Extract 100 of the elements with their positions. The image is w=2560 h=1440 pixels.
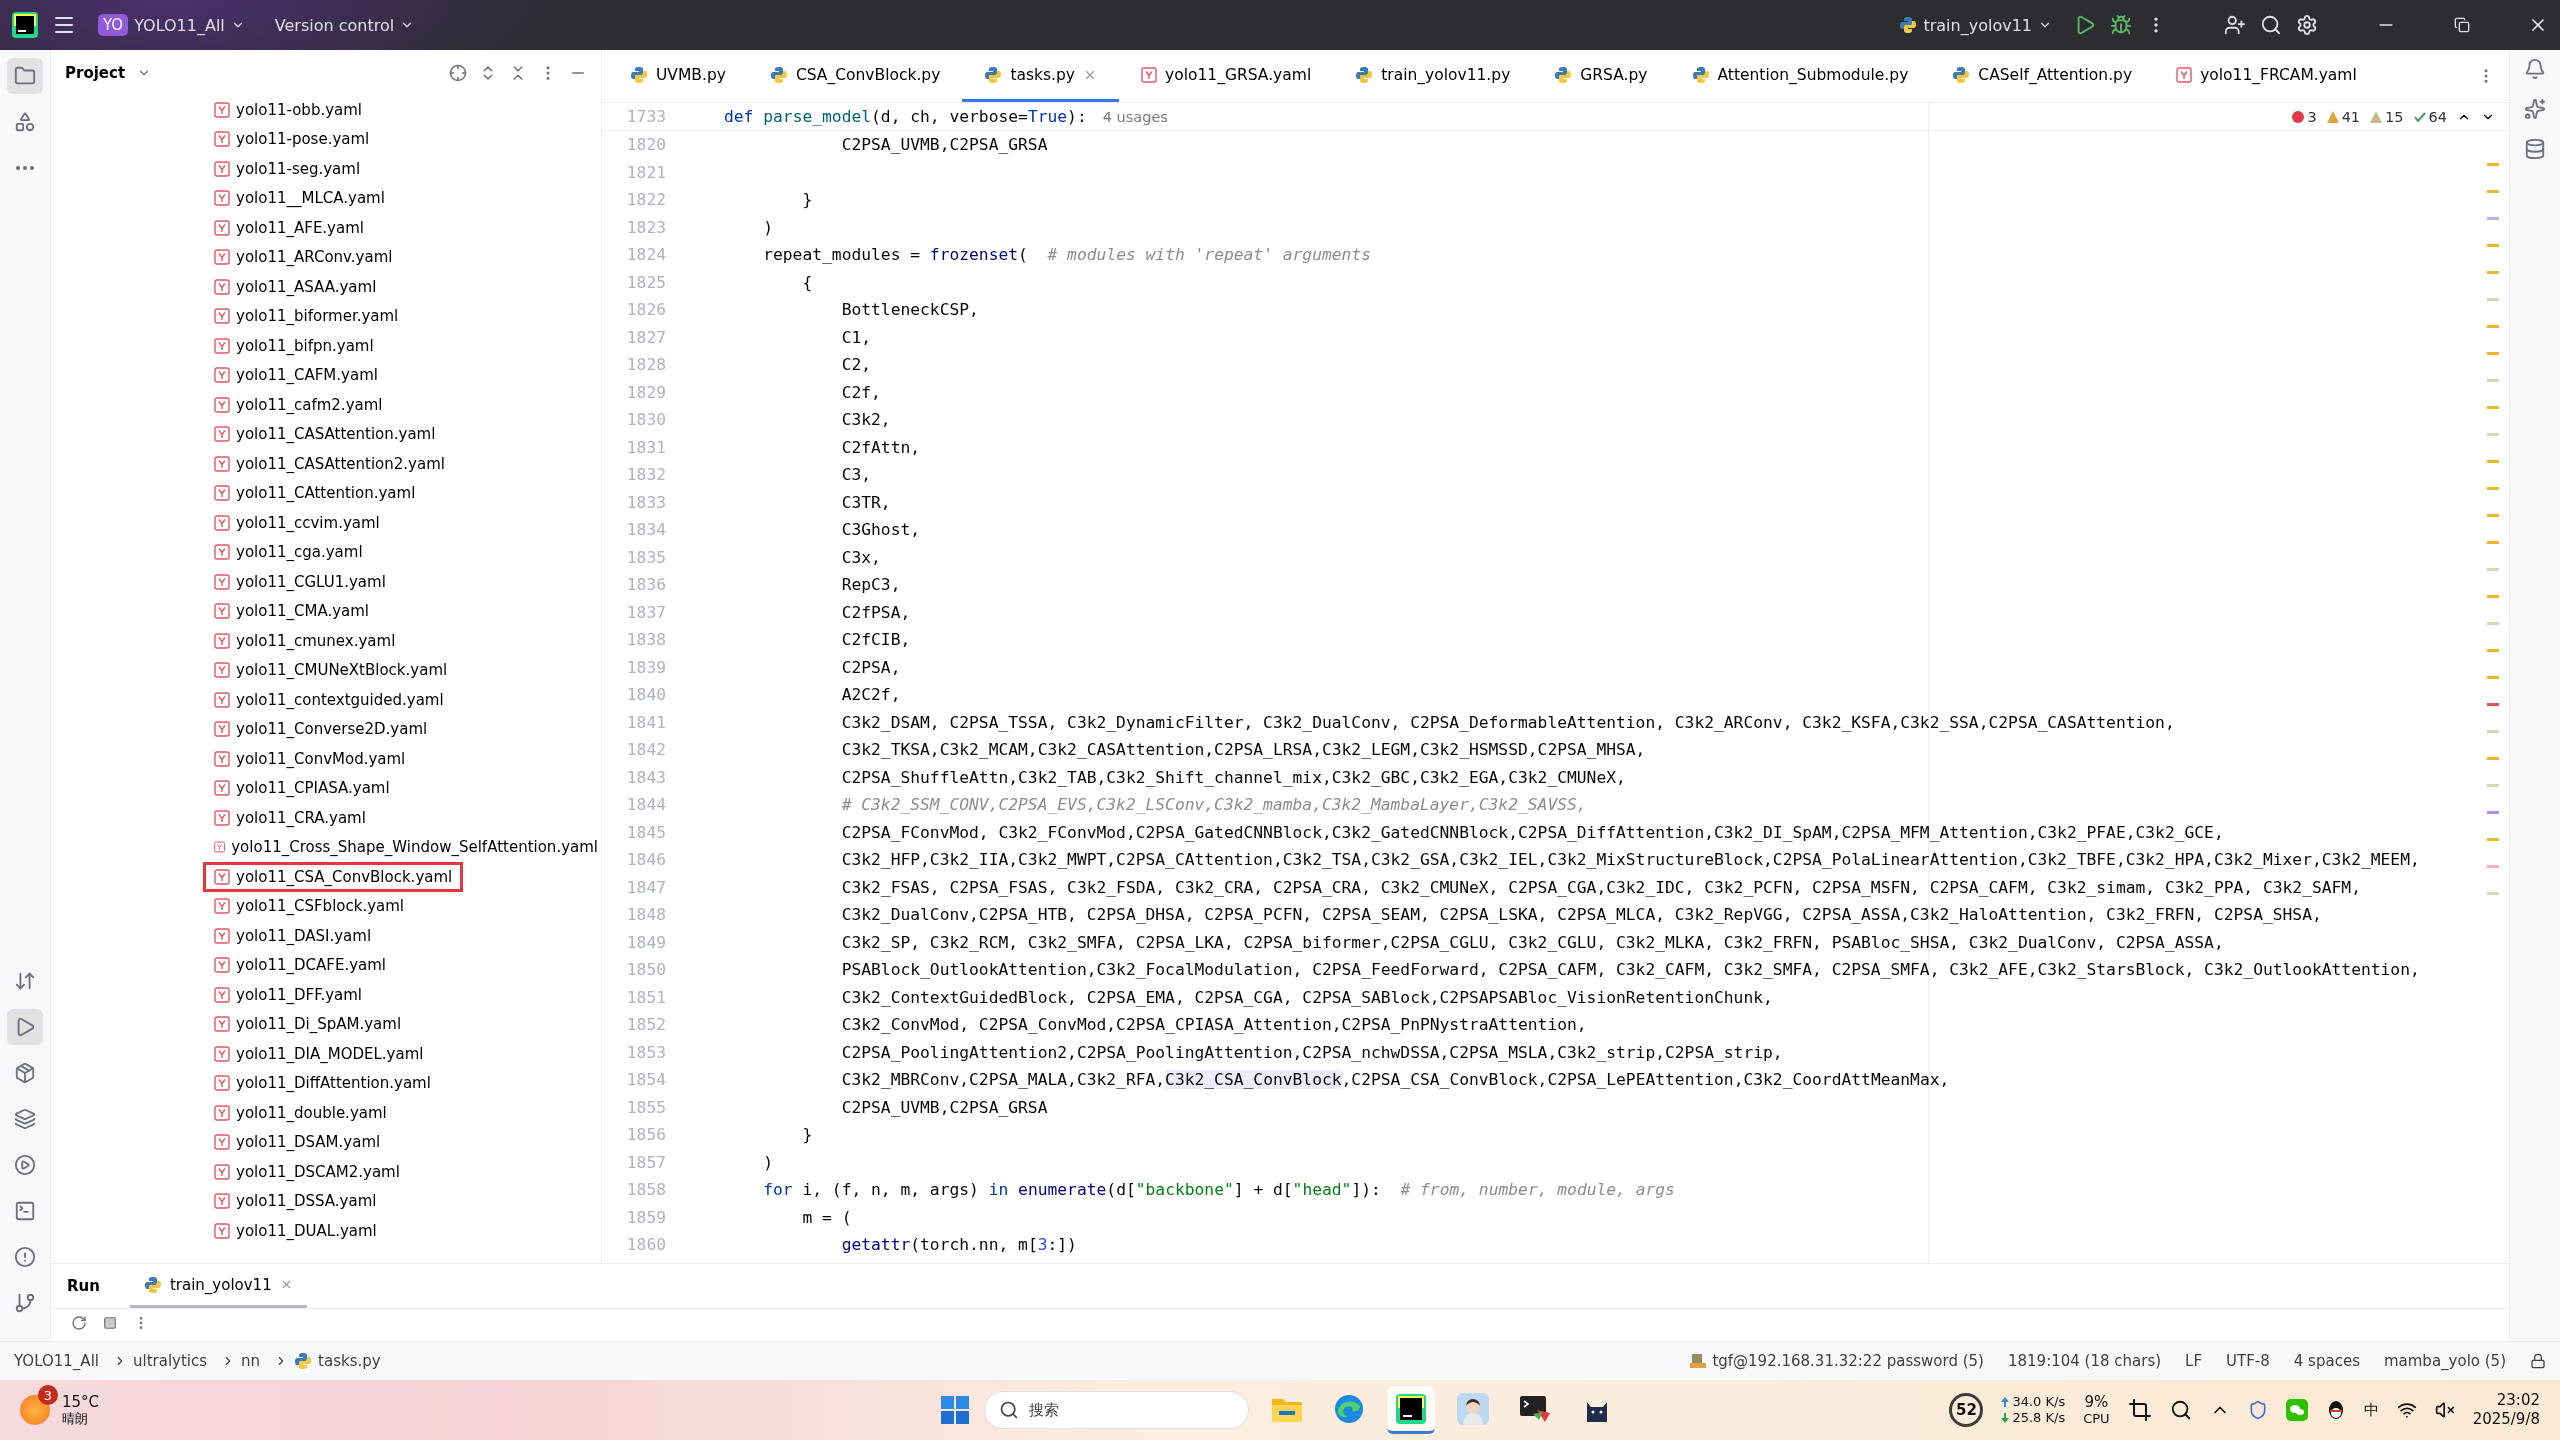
code-line: { [801,272,813,292]
file-item[interactable]: yolo11_DASI.yaml [203,921,601,951]
score-indicator[interactable]: 52 [1949,1393,1984,1427]
clock-time[interactable]: 23:02 [2496,1391,2540,1410]
tool-window-button[interactable] [7,1009,43,1045]
run-config-selector[interactable]: train_yolov11 [1891,9,2060,41]
breadcrumb-item[interactable]: nn [241,1352,261,1370]
file-item[interactable]: yolo11_ConvMod.yaml [203,744,601,774]
file-item[interactable]: yolo11_Converse2D.yaml [203,714,601,744]
taskbar-app[interactable] [1386,1386,1435,1434]
file-item[interactable]: yolo11_biformer.yaml [203,301,601,331]
breadcrumb-item[interactable]: tasks.py [318,1352,381,1370]
editor-tab[interactable]: yolo11_FRCAM.yaml [2154,50,2379,102]
file-item[interactable]: yolo11_DCAFE.yaml [203,950,601,980]
usages-hint[interactable]: 4 usages [1102,108,1168,125]
file-item[interactable]: yolo11_CAFM.yaml [203,360,601,390]
file-item[interactable]: yolo11_Di_SpAM.yaml [203,1009,601,1039]
line-number: 1837 [625,602,666,622]
encoding[interactable]: UTF-8 [2226,1352,2270,1370]
file-item[interactable]: yolo11_AFE.yaml [203,213,601,243]
add-user-icon[interactable] [2224,14,2246,36]
search-icon[interactable] [2260,14,2282,36]
search-icon[interactable] [2169,1399,2192,1421]
debug-icon[interactable] [2110,14,2132,36]
volume-muted-icon[interactable] [2434,1400,2455,1420]
file-item[interactable]: yolo11__MLCA.yaml [203,183,601,213]
file-item[interactable]: yolo11_Cross_Shape_Window_SelfAttention.yaml [203,832,601,862]
file-item[interactable]: yolo11_contextguided.yaml [203,685,601,715]
locate-icon[interactable] [449,63,467,82]
editor-tab[interactable]: CASelf_Attention.py [1930,50,2155,102]
taskbar-search-field[interactable]: 搜索 [983,1391,1249,1429]
lock-icon[interactable] [2530,1353,2546,1369]
run-tab[interactable]: train_yolov11 [129,1264,307,1308]
connection-status[interactable]: tgf@192.168.31.32:22 password (5) [1690,1352,1984,1370]
file-item[interactable]: yolo11_bifpn.yaml [203,331,601,361]
line-number: 1839 [625,657,666,677]
file-item[interactable]: yolo11_CAttention.yaml [203,478,601,508]
input-method[interactable]: 中 [2363,1400,2379,1420]
restore-icon[interactable] [2454,17,2470,33]
file-item[interactable]: yolo11_cafm2.yaml [203,390,601,420]
inspection-count[interactable]: 41 [2326,108,2361,125]
python-file-icon [1554,65,1573,84]
python-file-icon [769,65,788,84]
notifications-icon[interactable] [2524,58,2546,80]
file-item[interactable]: yolo11_CMUNeXtBlock.yaml [203,655,601,685]
editor-tab[interactable]: train_yolov11.py [1333,50,1533,102]
vcs-menu[interactable]: Version control [266,9,423,41]
file-item[interactable]: yolo11_cmunex.yaml [203,626,601,656]
file-item[interactable]: yolo11_CPIASA.yaml [203,773,601,803]
file-item[interactable]: yolo11_double.yaml [203,1098,601,1128]
editor-tab[interactable]: UVMB.py [608,50,748,102]
database-icon[interactable] [2524,138,2546,160]
file-item[interactable]: yolo11_DIA_MODEL.yaml [203,1039,601,1069]
inspection-count[interactable]: 3 [2292,108,2317,125]
line-ending[interactable]: LF [2185,1352,2203,1370]
file-item[interactable]: yolo11_CASAttention.yaml [203,419,601,449]
file-item[interactable]: yolo11_cga.yaml [203,537,601,567]
file-item[interactable]: yolo11_DSSA.yaml [203,1186,601,1216]
breadcrumb-item[interactable]: YOLO11_All [14,1352,99,1370]
editor-tab[interactable]: GRSA.py [1532,50,1670,102]
file-item[interactable]: yolo11_DiffAttention.yaml [203,1068,601,1098]
file-item[interactable]: yolo11_DSCAM2.yaml [203,1157,601,1187]
file-item[interactable]: yolo11_CRA.yaml [203,803,601,833]
file-item[interactable]: yolo11_ccvim.yaml [203,508,601,538]
interpreter[interactable]: mamba_yolo (5) [2383,1352,2506,1370]
settings-icon[interactable] [2296,14,2318,36]
file-item[interactable]: yolo11_DFF.yaml [203,980,601,1010]
file-item[interactable]: yolo11_ASAA.yaml [203,272,601,302]
clock-date[interactable]: 2025/9/8 [2472,1410,2540,1429]
editor-tab[interactable]: Attention_Submodule.py [1669,50,1931,102]
file-item[interactable]: yolo11_CASAttention2.yaml [203,449,601,479]
wifi-icon[interactable] [2396,1400,2417,1420]
file-item[interactable]: yolo11-pose.yaml [203,124,601,154]
file-item[interactable]: yolo11_CMA.yaml [203,596,601,626]
file-item[interactable]: yolo11-obb.yaml [203,95,601,125]
crop-icon[interactable] [2127,1398,2152,1422]
stop-icon[interactable] [103,1316,117,1330]
panel-title[interactable]: Project [65,63,126,82]
caret-position[interactable]: 1819:104 (18 chars) [2007,1352,2162,1370]
inspection-count[interactable]: 64 [2413,108,2447,125]
editor-tab[interactable]: yolo11_GRSA.yaml [1119,50,1334,102]
file-item[interactable]: yolo11-seg.yaml [203,154,601,184]
assistant-icon[interactable] [2524,98,2546,120]
file-item[interactable]: yolo11_CSFblock.yaml [203,891,601,921]
project-selector[interactable]: YO YOLO11_All [90,8,253,42]
breadcrumb-item[interactable]: ultralytics [132,1352,208,1370]
start-icon[interactable] [939,1395,970,1425]
file-item[interactable]: yolo11_ARConv.yaml [203,242,601,272]
indent-setting[interactable]: 4 spaces [2293,1352,2360,1370]
file-item[interactable]: yolo11_CGLU1.yaml [203,567,601,597]
rerun-icon[interactable] [71,1315,87,1331]
code-line: C2fCIB, [840,630,911,650]
tool-window-button[interactable] [7,58,43,94]
inspection-count[interactable]: 15 [2370,108,2404,125]
file-item[interactable]: yolo11_CSA_ConvBlock.yaml [203,862,463,892]
editor-tab[interactable]: CSA_ConvBlock.py [747,50,963,102]
file-item[interactable]: yolo11_DSAM.yaml [203,1127,601,1157]
file-item[interactable]: yolo11_DUAL.yaml [203,1216,601,1246]
editor-tab[interactable]: tasks.py [962,50,1120,102]
yaml-file-icon [214,721,230,738]
